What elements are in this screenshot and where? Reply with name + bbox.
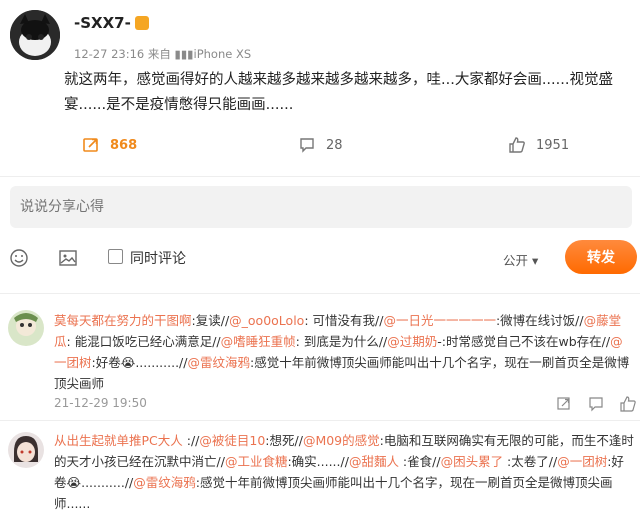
mention-link[interactable]: @一团树 [557, 454, 607, 469]
author-name[interactable]: -SXX7- [74, 14, 131, 32]
divider [0, 176, 640, 177]
commenter-name[interactable]: 莫每天都在努力的干图啊 [54, 313, 192, 328]
repost-icon [83, 138, 98, 152]
emoji-icon[interactable] [9, 248, 29, 268]
member-badge-icon [134, 16, 149, 30]
sync-comment-label: 同时评论 [130, 251, 186, 267]
mention-link[interactable]: @嗜睡狂重帧 [221, 334, 296, 349]
comment-icon[interactable] [588, 396, 604, 412]
comment-action[interactable]: 28 [298, 136, 343, 154]
comment-segment: :// [182, 433, 200, 448]
comment-time: 21-12-29 19:50 [54, 396, 147, 410]
comment-segment: :太卷了// [503, 454, 558, 469]
commenter-avatar[interactable] [8, 432, 44, 468]
comment-count: 28 [326, 137, 343, 153]
like-count: 1951 [536, 137, 570, 153]
sync-comment-checkbox[interactable] [108, 249, 123, 264]
commenter-avatar[interactable] [8, 310, 44, 346]
divider [0, 293, 640, 294]
mention-link[interactable]: @工业食糖 [225, 454, 288, 469]
comment-segment: :想死// [265, 433, 303, 448]
mention-link[interactable]: @一日光一一一一一 [383, 313, 496, 328]
mention-link[interactable]: @甜麵人 [349, 454, 399, 469]
comment-text: 从出生起就单推PC大人 ://@被徒目10:想死//@M09的感觉:电脑和互联网… [54, 430, 634, 514]
comment-segment: :好卷😭...........// [91, 355, 188, 370]
comment-segment: :确实......// [287, 454, 349, 469]
mention-link[interactable]: @被徒目10 [199, 433, 265, 448]
post-author[interactable]: -SXX7- [74, 14, 149, 32]
comment-icon [300, 138, 314, 153]
mention-link[interactable]: @雷纹海鸦 [187, 355, 250, 370]
comment-text: 莫每天都在努力的干图啊:复读//@_oo0oLolo: 可惜没有我//@一日光一… [54, 310, 634, 394]
mention-link[interactable]: @雷纹海鸦 [133, 475, 196, 490]
post-meta: 12-27 23:16 来自 ▮▮▮iPhone XS [74, 47, 252, 61]
comment-segment: :复读// [191, 313, 230, 328]
visibility-value: 公开 [503, 253, 529, 268]
chevron-down-icon: ▾ [532, 253, 539, 268]
comment-segment: :微博在线讨饭// [495, 313, 584, 328]
repost-count: 868 [110, 137, 138, 153]
repost-action[interactable]: 868 [82, 136, 137, 154]
comment-segment: : 能混口饭吃已经心满意足// [66, 334, 221, 349]
image-icon[interactable] [58, 248, 78, 268]
repost-button[interactable]: 转发 [565, 240, 637, 274]
comment-segment: : 到底是为什么// [295, 334, 388, 349]
like-action[interactable]: 1951 [508, 136, 569, 154]
mention-link[interactable]: @过期奶 [387, 334, 437, 349]
mention-link[interactable]: @M09的感觉 [303, 433, 380, 448]
visibility-select[interactable]: 公开 ▾ [503, 250, 538, 269]
repost-input[interactable] [10, 186, 632, 228]
thumbs-up-icon[interactable] [620, 396, 636, 412]
mention-link[interactable]: @_oo0oLolo [229, 313, 304, 328]
comment-segment: : 可惜没有我// [304, 313, 384, 328]
post-text: 就这两年，感觉画得好的人越来越多越来越多越来越多，哇...大家都好会画.....… [64, 72, 613, 113]
comment-segment: :雀食// [398, 454, 441, 469]
user-avatar[interactable] [10, 10, 60, 60]
mention-link[interactable]: @困头累了 [441, 454, 504, 469]
thumbs-up-icon [509, 137, 525, 153]
reply-icon[interactable] [556, 396, 572, 412]
comment-segment: -:时常感觉自己不该在wb存在// [437, 334, 611, 349]
divider [0, 420, 640, 421]
commenter-name[interactable]: 从出生起就单推PC大人 [54, 433, 183, 448]
